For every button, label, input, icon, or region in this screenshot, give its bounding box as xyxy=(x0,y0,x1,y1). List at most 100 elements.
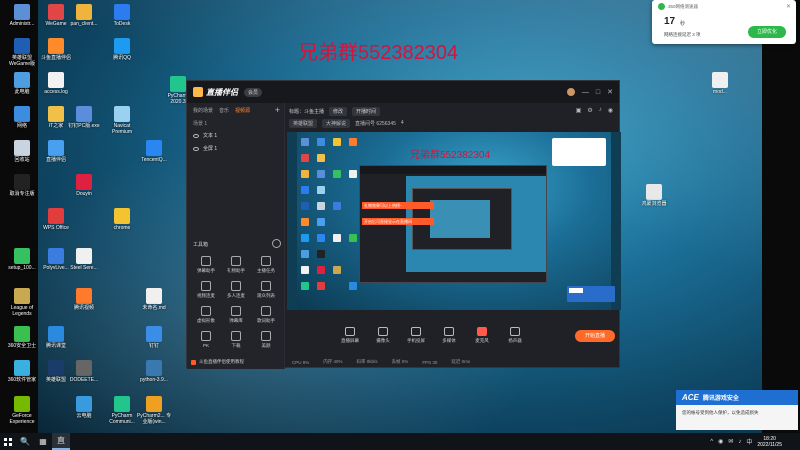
eye-icon[interactable] xyxy=(193,146,199,151)
start-live-button[interactable]: 开始直播 xyxy=(575,330,615,342)
notification-icon[interactable]: ▣ xyxy=(576,107,582,114)
desktop-icon[interactable]: 斗鱼直播伴侣 xyxy=(38,38,74,61)
optimize-button[interactable]: 立即优化 xyxy=(748,26,786,38)
start-time-button[interactable]: 开播时间 xyxy=(352,106,381,116)
preview-icon xyxy=(317,154,325,162)
security-popup[interactable]: ACE 腾讯游戏安全 您的帐号受到他人保护，以免造成损失 xyxy=(676,390,798,430)
desktop-icon[interactable]: 360软件管家 xyxy=(4,360,40,383)
tab-music[interactable]: 音乐 xyxy=(219,107,229,114)
ace-logo: ACE xyxy=(682,393,699,402)
desktop-icon[interactable]: 钉钉 xyxy=(136,326,172,349)
close-button[interactable]: ✕ xyxy=(607,88,613,96)
category-tag[interactable]: 英雄联盟 xyxy=(289,118,318,128)
stream-preview[interactable]: 兄弟群552382304 礼物效果可以上热榜~ 开启后可直接显示在直播间 xyxy=(287,132,621,310)
desktop-icon[interactable]: 腾讯视频 xyxy=(66,288,102,311)
network-icon[interactable]: ◉ xyxy=(718,438,723,445)
avatar[interactable] xyxy=(566,88,575,96)
edit-title-button[interactable]: 修改 xyxy=(329,106,348,116)
desktop-icon-label: Administr... xyxy=(9,21,35,27)
tool-danmu[interactable]: 弹幕助手 xyxy=(191,256,221,274)
subcategory-tag[interactable]: 大神解说 xyxy=(322,118,351,128)
more-icon[interactable] xyxy=(272,239,281,248)
eye-icon[interactable] xyxy=(193,133,199,138)
maximize-button[interactable]: □ xyxy=(596,89,600,96)
desktop-icon[interactable]: python-3.9... xyxy=(136,360,172,383)
desktop-icon[interactable]: pan_client... xyxy=(66,4,102,27)
microphone-button[interactable]: 麦克风 xyxy=(471,327,493,344)
minimize-button[interactable]: — xyxy=(582,89,589,96)
desktop-icon[interactable]: 英雄联盟 WeGame版 xyxy=(4,38,40,67)
watermark-text: 兄弟群552382304 xyxy=(298,42,459,64)
desktop-icon[interactable]: 钉钉PC版.exe xyxy=(66,106,102,129)
app-icon xyxy=(48,38,64,54)
desktop-icon[interactable]: TencentQ... xyxy=(136,140,172,163)
add-source-icon[interactable]: + xyxy=(275,105,280,115)
tutorial-link[interactable]: 斗鱼直播伴侣使用教程 xyxy=(191,359,244,365)
desktop-icon[interactable]: 取消专注版 xyxy=(4,174,40,197)
desktop-icon[interactable]: 网络 xyxy=(4,106,40,129)
security-body: 您的帐号受到他人保护，以免造成损失 xyxy=(682,410,759,415)
tool-audience[interactable]: 观众列表 xyxy=(251,281,281,299)
tool-gift[interactable]: 礼物助手 xyxy=(221,256,251,274)
tab-scenes[interactable]: 我的场景 xyxy=(193,107,213,114)
tray-expand-icon[interactable]: ^ xyxy=(710,439,713,445)
tool-beauty[interactable]: 美颜 xyxy=(251,331,281,349)
user-icon[interactable]: ◉ xyxy=(608,107,613,114)
close-icon[interactable]: ✕ xyxy=(786,3,791,10)
volume-icon[interactable]: ♪ xyxy=(738,439,741,445)
desktop-icon[interactable]: mod... xyxy=(702,72,738,95)
desktop-icon[interactable]: access.log xyxy=(38,72,74,95)
media-button[interactable]: 多媒体 xyxy=(438,327,460,344)
desktop-icon[interactable]: 腾讯课堂 xyxy=(38,326,74,349)
desktop-icon[interactable]: PyCharm Communi... xyxy=(104,396,140,425)
speaker-button[interactable]: 扬声器 xyxy=(504,327,526,344)
tool-lyrics[interactable]: 歌词助手 xyxy=(251,306,281,324)
tool-avatar[interactable]: 虚拟形象 xyxy=(191,306,221,324)
desktop-icon[interactable]: 鸿蒙浏览器 xyxy=(636,184,672,207)
clock[interactable]: 18:20 2022/11/25 xyxy=(757,436,782,448)
source-item-fullscreen[interactable]: 全屏 1 xyxy=(187,142,284,155)
source-item-text[interactable]: 文本 1 xyxy=(187,129,284,142)
desktop-icon[interactable]: GeForce Experience xyxy=(4,396,40,425)
desktop-icon[interactable]: ToDesk xyxy=(104,4,140,27)
desktop-icon[interactable]: WPS Office xyxy=(38,208,74,231)
desktop-icon[interactable]: League of Legends xyxy=(4,288,40,317)
version-badge[interactable]: 会员 xyxy=(244,87,263,97)
scene-label[interactable]: 场景 1 xyxy=(187,118,284,129)
desktop-icon[interactable]: Administr... xyxy=(4,4,40,27)
app-icon xyxy=(76,174,92,190)
bell-icon[interactable]: ♪ xyxy=(599,107,602,114)
phone-cast-button[interactable]: 手机投屏 xyxy=(405,327,427,344)
tool-download[interactable]: 下载 xyxy=(221,331,251,349)
desktop-icon[interactable]: 回收站 xyxy=(4,140,40,163)
taskview-icon[interactable]: ▦ xyxy=(34,433,52,450)
desktop-icon[interactable]: Navicat Premium xyxy=(104,106,140,135)
start-button[interactable] xyxy=(0,433,16,450)
tool-video-link[interactable]: 视频连麦 xyxy=(191,281,221,299)
tool-task[interactable]: 主播任务 xyxy=(251,256,281,274)
desktop-icon-label: mod... xyxy=(713,89,727,95)
tool-danmu-lib[interactable]: 弹幕库 xyxy=(221,306,251,324)
desktop-icon[interactable]: setup_100... xyxy=(4,248,40,271)
desktop-icon[interactable]: 云电脑 xyxy=(66,396,102,419)
desktop-icon[interactable]: DODEETE... xyxy=(66,360,102,383)
settings-icon[interactable]: ⚙ xyxy=(587,107,592,114)
message-icon[interactable]: ✉ xyxy=(728,438,733,445)
desktop-icon[interactable]: chrome xyxy=(104,208,140,231)
camera-button[interactable]: 摄像头 xyxy=(372,327,394,344)
search-icon[interactable]: 🔍 xyxy=(16,433,34,450)
desktop-icon[interactable]: Douyin xyxy=(66,174,102,197)
desktop-icon[interactable]: 腾讯QQ xyxy=(104,38,140,61)
tool-pk[interactable]: PK xyxy=(191,331,221,349)
desktop-icon[interactable]: 360安全卫士 xyxy=(4,326,40,349)
ime-icon[interactable]: 中 xyxy=(746,437,752,446)
taskbar-app-douyu[interactable]: 直 xyxy=(52,433,70,450)
desktop-icon[interactable]: PyCharm2... 专业版(win... xyxy=(136,396,172,425)
tool-multi-link[interactable]: 多人连麦 xyxy=(221,281,251,299)
desktop-icon[interactable]: 直播伴侣 xyxy=(38,140,74,163)
tab-sources[interactable]: 视频源 xyxy=(235,107,250,114)
desktop-icon[interactable]: 此电脑 xyxy=(4,72,40,95)
screen-capture-button[interactable]: 直播屏幕 xyxy=(339,327,361,344)
desktop-icon[interactable]: 未命名.md xyxy=(136,288,172,311)
desktop-icon[interactable]: Steel Sere... xyxy=(66,248,102,271)
